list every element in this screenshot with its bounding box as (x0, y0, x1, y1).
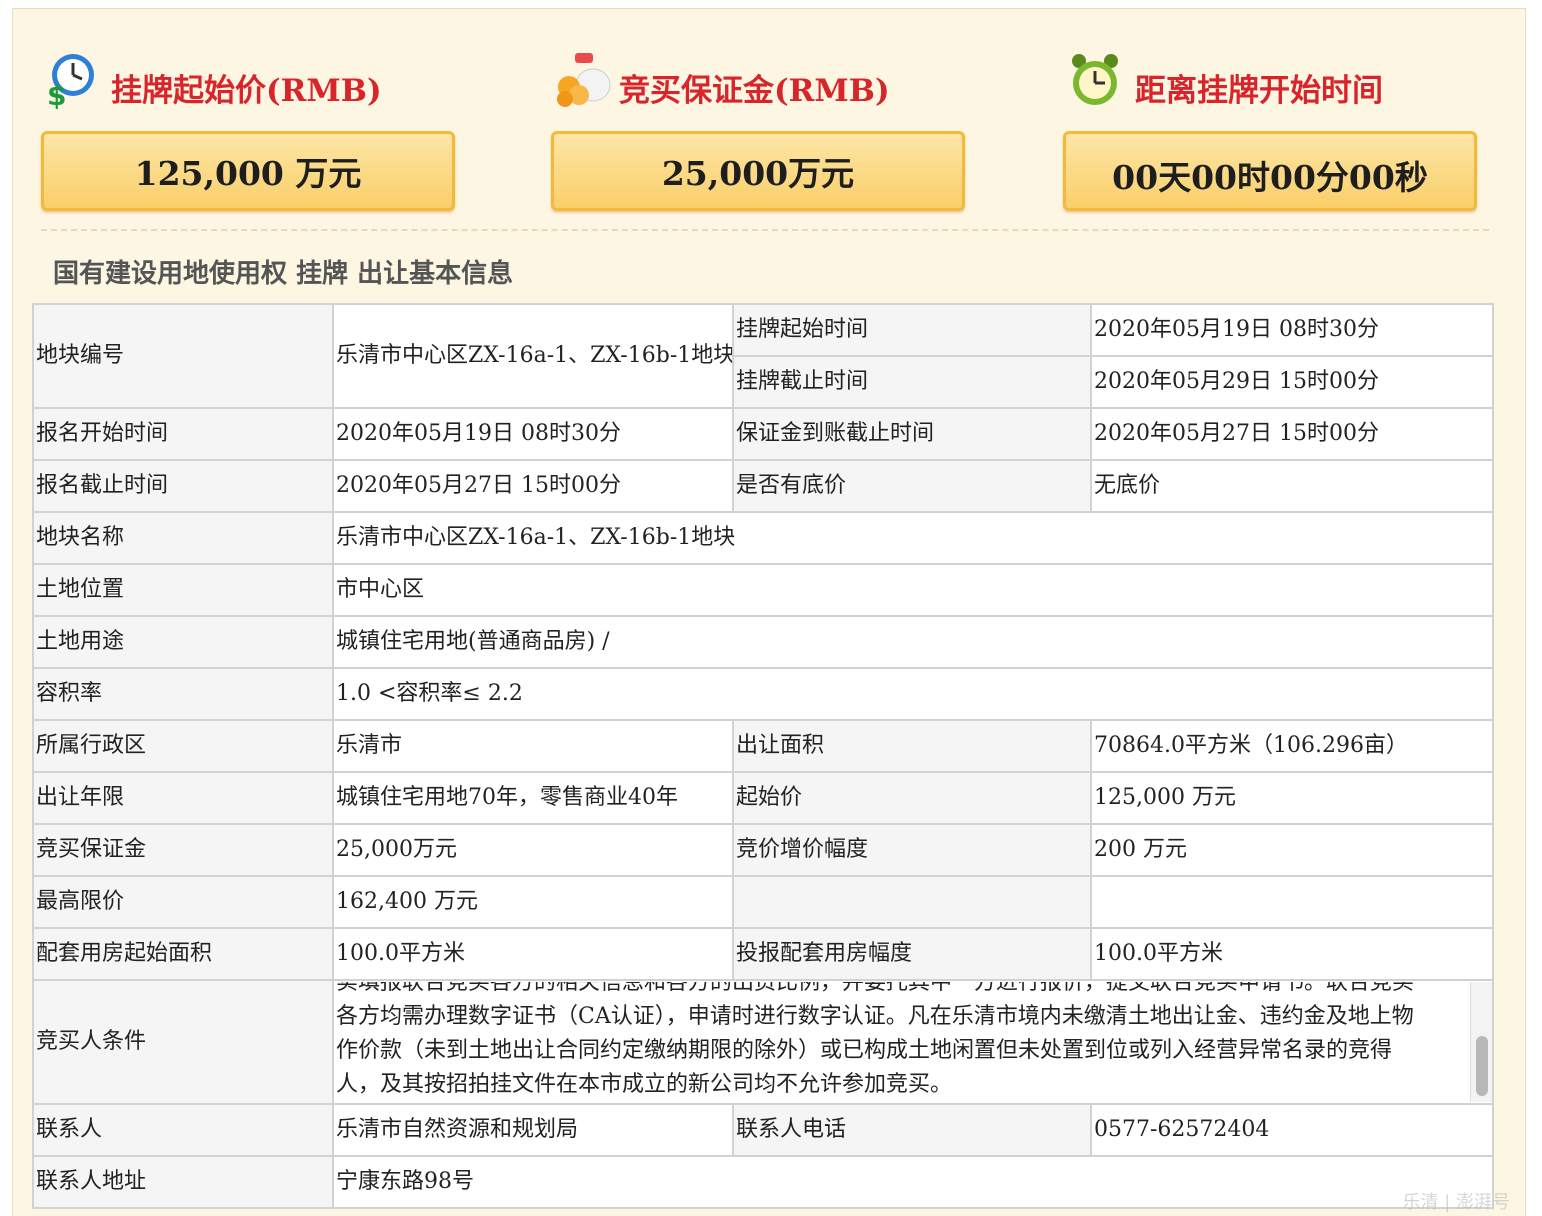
summary-header: $ 挂牌起始价(RMB) 125,000 万元 竞买保证金(RMB) 25,00… (13, 9, 1527, 239)
deposit-heading: 竞买保证金(RMB) (551, 47, 981, 117)
svg-text:$: $ (47, 79, 66, 109)
table-row: 最高限价 162,400 万元 (32, 875, 1494, 929)
parcel-no-value: 乐清市中心区ZX-16a-1、ZX-16b-1地块 (332, 303, 734, 409)
contact-value: 乐清市自然资源和规划局 (332, 1103, 734, 1157)
deposit-summary: 竞买保证金(RMB) 25,000万元 (551, 9, 981, 229)
term-value: 城镇住宅用地70年，零售商业40年 (332, 771, 734, 825)
scrollbar-thumb[interactable] (1476, 1036, 1488, 1096)
reg-end-label: 报名截止时间 (32, 459, 334, 513)
countdown-value: 00天00时00分00秒 (1063, 131, 1477, 211)
conditions-scrollbar[interactable] (1470, 982, 1491, 1102)
usage-value: 城镇住宅用地(普通商品房) / (332, 615, 1494, 669)
reg-start-label: 报名开始时间 (32, 407, 334, 461)
area-value: 70864.0平方米（106.296亩） (1090, 719, 1494, 773)
table-row: 所属行政区 乐清市 出让面积 70864.0平方米（106.296亩） (32, 719, 1494, 773)
listing-start-value: 2020年05月19日 08时30分 (1090, 303, 1494, 357)
empty-value-cell (1090, 875, 1494, 929)
empty-label-cell (732, 875, 1092, 929)
term-label: 出让年限 (32, 771, 334, 825)
coins-icon (557, 53, 611, 107)
conditions-label: 竞买人条件 (32, 979, 334, 1105)
deposit-title: 竞买保证金(RMB) (619, 73, 890, 109)
reserve-price-label: 是否有底价 (732, 459, 1092, 513)
table-start-price-value: 125,000 万元 (1090, 771, 1494, 825)
table-row: 联系人地址 宁康东路98号 (32, 1155, 1494, 1209)
table-row: 竞买人条件 实填报联合竞买各方的相关信息和各方的出资比例，并委托其中一方进行报价… (32, 979, 1494, 1105)
address-label: 联系人地址 (32, 1155, 334, 1209)
table-row: 报名开始时间 2020年05月19日 08时30分 保证金到账截止时间 2020… (32, 407, 1494, 461)
table-row: 地块名称 乐清市中心区ZX-16a-1、ZX-16b-1地块 (32, 511, 1494, 565)
section-title: 国有建设用地使用权 挂牌 出让基本信息 (53, 259, 514, 289)
table-row: 联系人 乐清市自然资源和规划局 联系人电话 0577-62572404 (32, 1103, 1494, 1157)
parcel-no-label: 地块编号 (32, 303, 334, 409)
contact-label: 联系人 (32, 1103, 334, 1157)
phone-label: 联系人电话 (732, 1103, 1092, 1157)
countdown-summary: 距离挂牌开始时间 00天00时00分00秒 (1063, 9, 1493, 229)
parcel-name-label: 地块名称 (32, 511, 334, 565)
support-start-value: 100.0平方米 (332, 927, 734, 981)
deposit-deadline-value: 2020年05月27日 15时00分 (1090, 407, 1494, 461)
support-step-value: 100.0平方米 (1090, 927, 1494, 981)
increment-value: 200 万元 (1090, 823, 1494, 877)
support-step-label: 投报配套用房幅度 (732, 927, 1092, 981)
deposit-value: 25,000万元 (551, 131, 965, 211)
table-row: 容积率 1.0 <容积率≤ 2.2 (32, 667, 1494, 721)
start-price-heading: $ 挂牌起始价(RMB) (41, 47, 471, 117)
support-start-label: 配套用房起始面积 (32, 927, 334, 981)
reg-end-value: 2020年05月27日 15时00分 (332, 459, 734, 513)
parcel-name-value: 乐清市中心区ZX-16a-1、ZX-16b-1地块 (332, 511, 1494, 565)
max-price-value: 162,400 万元 (332, 875, 734, 929)
address-value: 宁康东路98号 (332, 1155, 1494, 1209)
watermark: 乐清 | 澎湃号 (1402, 1192, 1510, 1213)
table-row: 出让年限 城镇住宅用地70年，零售商业40年 起始价 125,000 万元 (32, 771, 1494, 825)
table-row: 土地位置 市中心区 (32, 563, 1494, 617)
table-start-price-label: 起始价 (732, 771, 1092, 825)
district-label: 所属行政区 (32, 719, 334, 773)
conditions-scroll-area[interactable]: 实填报联合竞买各方的相关信息和各方的出资比例，并委托其中一方进行报价，提交联合竞… (335, 982, 1491, 1102)
table-row: 土地用途 城镇住宅用地(普通商品房) / (32, 615, 1494, 669)
page-panel: $ 挂牌起始价(RMB) 125,000 万元 竞买保证金(RMB) 25,00… (12, 8, 1526, 1216)
money-clock-icon: $ (47, 54, 94, 109)
conditions-cell: 实填报联合竞买各方的相关信息和各方的出资比例，并委托其中一方进行报价，提交联合竞… (332, 979, 1494, 1105)
location-value: 市中心区 (332, 563, 1494, 617)
countdown-heading: 距离挂牌开始时间 (1063, 47, 1493, 117)
increment-label: 竞价增价幅度 (732, 823, 1092, 877)
deposit-deadline-label: 保证金到账截止时间 (732, 407, 1092, 461)
countdown-title: 距离挂牌开始时间 (1135, 73, 1383, 109)
reserve-price-value: 无底价 (1090, 459, 1494, 513)
area-label: 出让面积 (732, 719, 1092, 773)
far-label: 容积率 (32, 667, 334, 721)
usage-label: 土地用途 (32, 615, 334, 669)
listing-end-label: 挂牌截止时间 (732, 355, 1092, 409)
divider (41, 229, 1489, 231)
start-price-value: 125,000 万元 (41, 131, 455, 211)
start-price-summary: $ 挂牌起始价(RMB) 125,000 万元 (41, 9, 471, 229)
table-row: 配套用房起始面积 100.0平方米 投报配套用房幅度 100.0平方米 (32, 927, 1494, 981)
far-value: 1.0 <容积率≤ 2.2 (332, 667, 1494, 721)
land-info-table: 地块编号 乐清市中心区ZX-16a-1、ZX-16b-1地块 挂牌起始时间 20… (32, 303, 1494, 1209)
listing-start-label: 挂牌起始时间 (732, 303, 1092, 357)
conditions-text: 实填报联合竞买各方的相关信息和各方的出资比例，并委托其中一方进行报价，提交联合竞… (336, 982, 1415, 1097)
listing-end-value: 2020年05月29日 15时00分 (1090, 355, 1494, 409)
district-value: 乐清市 (332, 719, 734, 773)
start-price-title: 挂牌起始价(RMB) (111, 73, 382, 109)
reg-start-value: 2020年05月19日 08时30分 (332, 407, 734, 461)
max-price-label: 最高限价 (32, 875, 334, 929)
table-row: 报名截止时间 2020年05月27日 15时00分 是否有底价 无底价 (32, 459, 1494, 513)
phone-value: 0577-62572404 (1090, 1103, 1494, 1157)
table-deposit-label: 竞买保证金 (32, 823, 334, 877)
location-label: 土地位置 (32, 563, 334, 617)
table-deposit-value: 25,000万元 (332, 823, 734, 877)
alarm-clock-icon (1072, 54, 1118, 105)
table-row: 地块编号 乐清市中心区ZX-16a-1、ZX-16b-1地块 挂牌起始时间 20… (32, 303, 1494, 409)
table-row: 竞买保证金 25,000万元 竞价增价幅度 200 万元 (32, 823, 1494, 877)
